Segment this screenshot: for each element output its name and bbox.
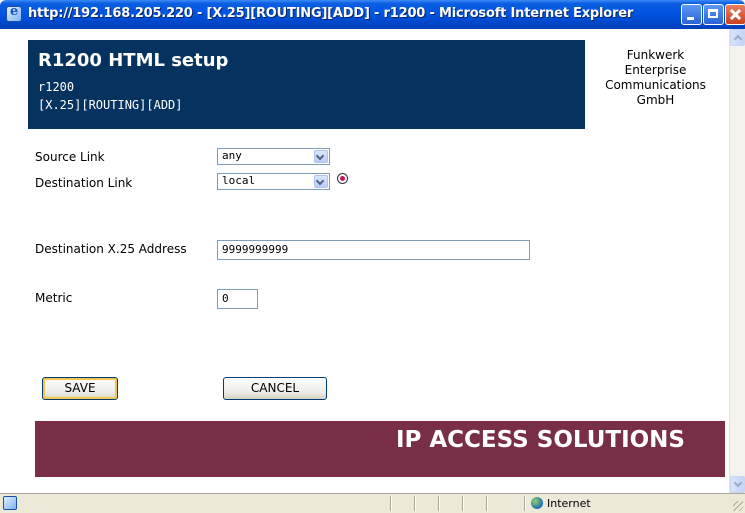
source-link-value: any (222, 149, 242, 162)
status-bar: Internet (0, 493, 745, 513)
ie-page-icon (6, 4, 22, 22)
title-bar[interactable]: http://192.168.205.220 - [X.25][ROUTING]… (0, 0, 745, 29)
menu-path: [X.25][ROUTING][ADD] (38, 98, 183, 112)
company-name: Funkwerk Enterprise Communications GmbH (585, 40, 726, 129)
system-name: r1200 (38, 80, 75, 94)
page-status-icon (3, 496, 17, 510)
company-line: Enterprise (624, 63, 687, 77)
help-icon[interactable] (337, 173, 348, 184)
destination-address-input[interactable]: 9999999999 (217, 240, 530, 260)
scroll-up-icon[interactable] (730, 29, 745, 46)
status-divider (524, 496, 526, 511)
destination-link-label: Destination Link (35, 176, 133, 190)
destination-link-value: local (222, 174, 256, 187)
browser-window: http://192.168.205.220 - [X.25][ROUTING]… (0, 0, 745, 513)
metric-input[interactable]: 0 (217, 289, 258, 309)
company-line: Funkwerk (626, 48, 685, 62)
destination-address-label: Destination X.25 Address (35, 242, 187, 256)
chevron-down-icon[interactable] (314, 175, 328, 188)
cancel-button[interactable]: CANCEL (223, 377, 327, 400)
chevron-down-icon[interactable] (314, 150, 328, 163)
source-link-label: Source Link (35, 150, 105, 164)
status-divider (486, 496, 488, 511)
status-divider (414, 496, 416, 511)
app-title: R1200 HTML setup (38, 50, 229, 71)
vertical-scrollbar[interactable] (729, 29, 745, 493)
status-divider (438, 496, 440, 511)
maximize-button[interactable] (703, 4, 724, 25)
banner-text: IP ACCESS SOLUTIONS (395, 427, 685, 453)
resize-grip-icon[interactable] (733, 501, 743, 511)
save-button[interactable]: SAVE (42, 377, 118, 400)
page-content: R1200 HTML setup r1200 [X.25][ROUTING][A… (0, 29, 729, 493)
scroll-down-icon[interactable] (730, 476, 745, 493)
internet-zone-icon (531, 497, 543, 509)
internet-zone-label: Internet (547, 497, 591, 510)
status-divider (462, 496, 464, 511)
footer-banner: IP ACCESS SOLUTIONS (35, 421, 725, 477)
source-link-select[interactable]: any (217, 148, 330, 165)
company-line: Communications (605, 78, 706, 92)
status-divider (390, 496, 392, 511)
destination-link-select[interactable]: local (217, 173, 330, 190)
setup-header: R1200 HTML setup r1200 [X.25][ROUTING][A… (28, 40, 585, 129)
window-title: http://192.168.205.220 - [X.25][ROUTING]… (28, 6, 634, 21)
metric-label: Metric (35, 291, 73, 305)
minimize-button[interactable] (681, 4, 702, 25)
close-button[interactable] (725, 4, 745, 25)
company-line: GmbH (636, 93, 675, 107)
